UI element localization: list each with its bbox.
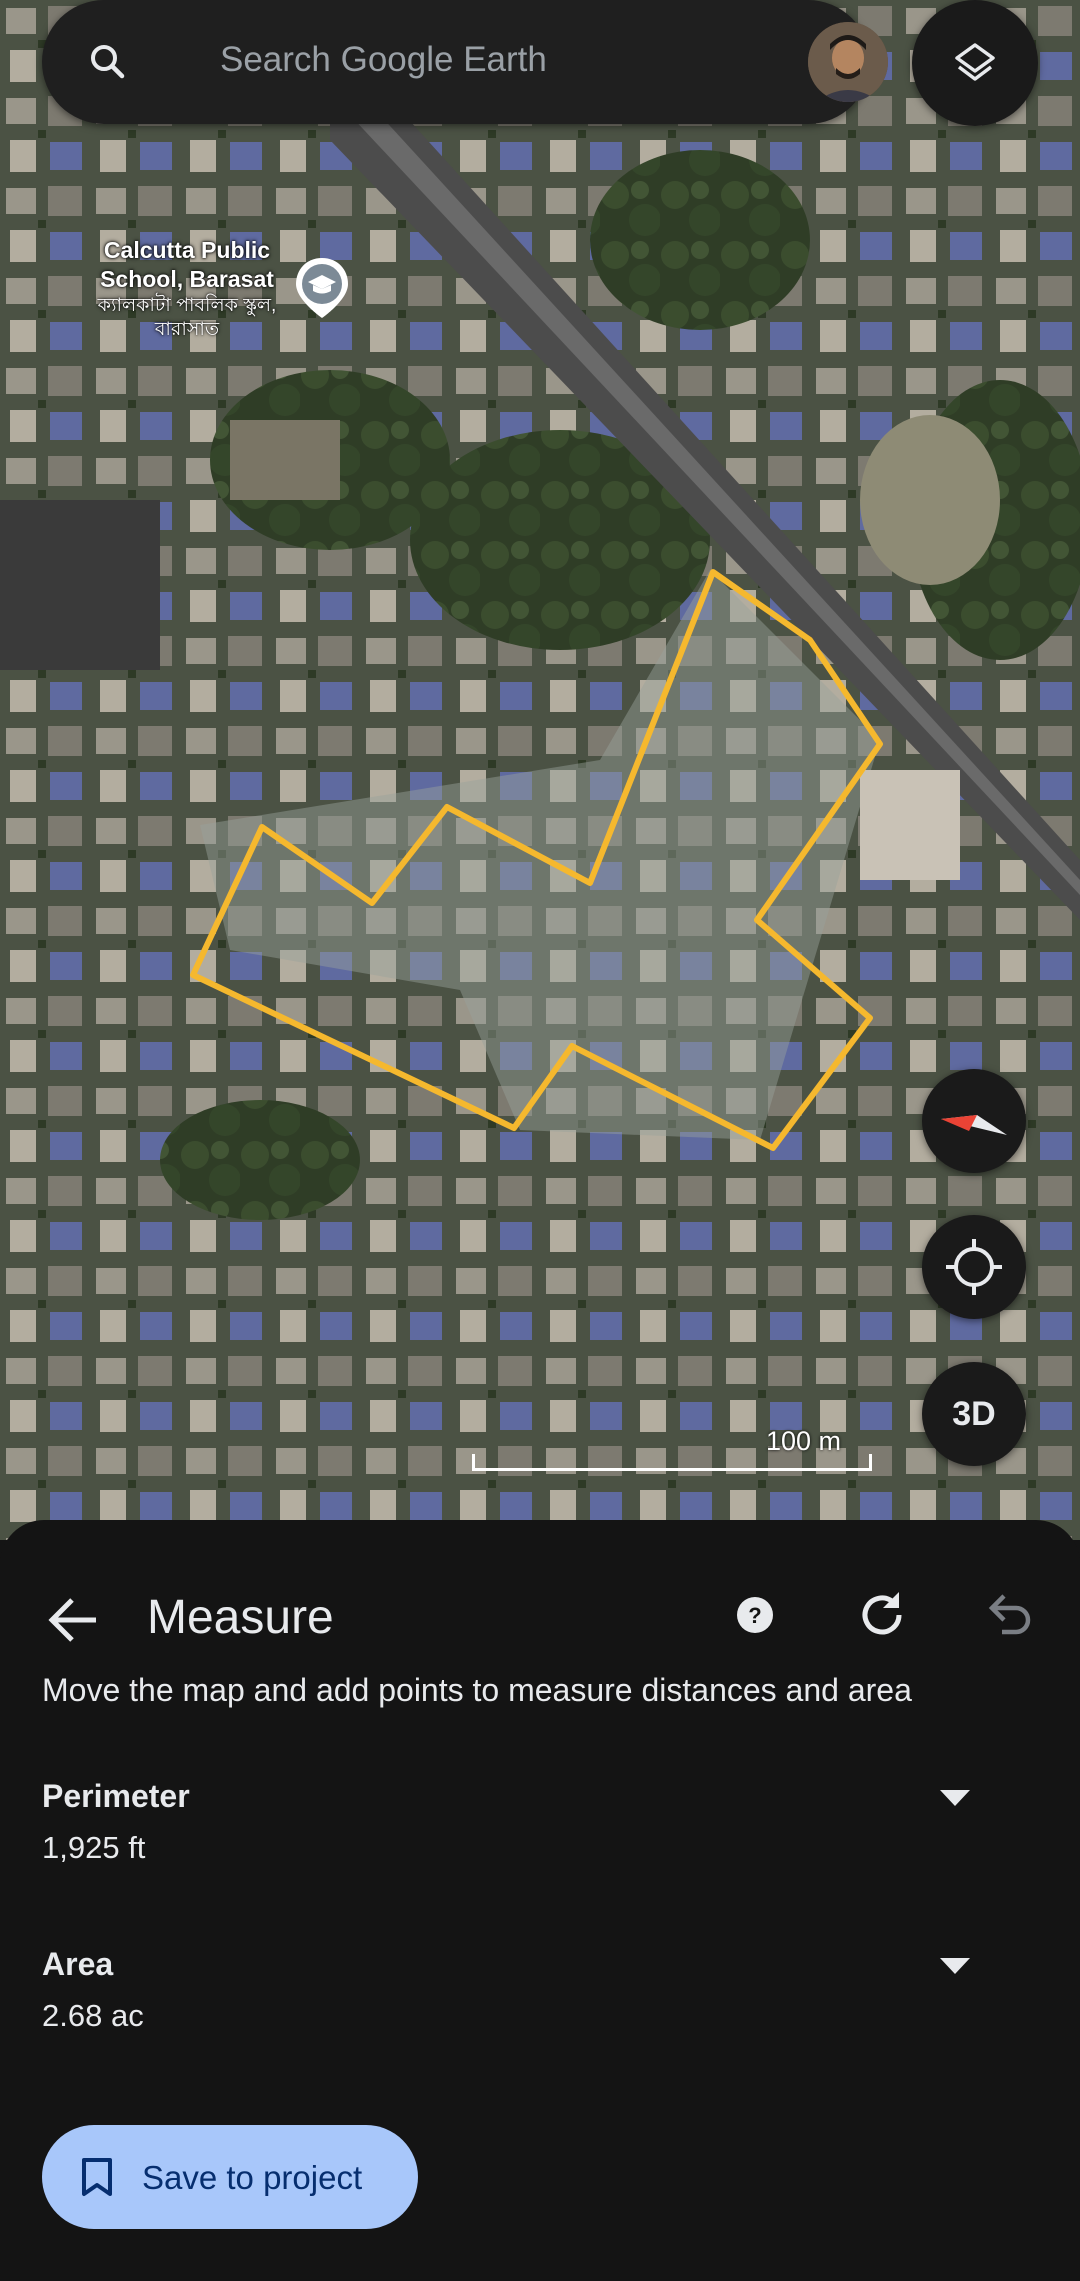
back-arrow-icon[interactable]: [44, 1590, 104, 1650]
compass-icon: [941, 1115, 1007, 1135]
3d-label: 3D: [952, 1394, 996, 1433]
help-icon[interactable]: ?: [736, 1596, 774, 1634]
avatar[interactable]: [808, 22, 888, 102]
area-value: 2.68 ac: [42, 1998, 144, 2033]
my-location-icon: [946, 1239, 1002, 1295]
search-input[interactable]: Search Google Earth: [220, 40, 547, 80]
refresh-icon[interactable]: [855, 1588, 909, 1642]
perimeter-label: Perimeter: [42, 1778, 190, 1814]
compass-button[interactable]: [922, 1069, 1026, 1173]
svg-text:?: ?: [748, 1603, 761, 1628]
instructions-text: Move the map and add points to measure d…: [42, 1672, 912, 1708]
place-label[interactable]: Calcutta Public School, Barasat ক্যালকাট…: [82, 236, 292, 342]
panel-title: Measure: [147, 1591, 334, 1644]
chevron-down-icon[interactable]: [938, 1956, 972, 1976]
search-bar[interactable]: Search Google Earth: [42, 0, 888, 124]
measure-panel: Measure ? Move the map and add points to…: [0, 1520, 1080, 2281]
search-icon[interactable]: [84, 38, 132, 86]
save-to-project-button[interactable]: Save to project: [42, 2125, 418, 2229]
save-button-label: Save to project: [142, 2159, 363, 2196]
scale-bar: [472, 1454, 872, 1471]
perimeter-row[interactable]: Perimeter 1,925 ft: [0, 1778, 1080, 1898]
place-name: Calcutta Public School, Barasat: [100, 237, 274, 292]
layers-button[interactable]: [912, 0, 1038, 126]
chevron-down-icon[interactable]: [938, 1788, 972, 1808]
3d-toggle-button[interactable]: 3D: [922, 1362, 1026, 1466]
satellite-imagery: [0, 0, 1080, 1540]
layers-icon: [955, 43, 995, 81]
place-name-local: ক্যালকাটা পাবলিক স্কুল, বারাসাত: [97, 295, 277, 340]
undo-icon[interactable]: [980, 1588, 1034, 1642]
perimeter-value: 1,925 ft: [42, 1830, 146, 1865]
area-row[interactable]: Area 2.68 ac: [0, 1946, 1080, 2066]
bookmark-icon: [82, 2158, 112, 2196]
satellite-map[interactable]: Calcutta Public School, Barasat ক্যালকাট…: [0, 0, 1080, 1540]
my-location-button[interactable]: [922, 1215, 1026, 1319]
area-label: Area: [42, 1946, 114, 1982]
scale-label: 100 m: [766, 1426, 842, 1456]
school-pin-icon[interactable]: [292, 256, 352, 320]
